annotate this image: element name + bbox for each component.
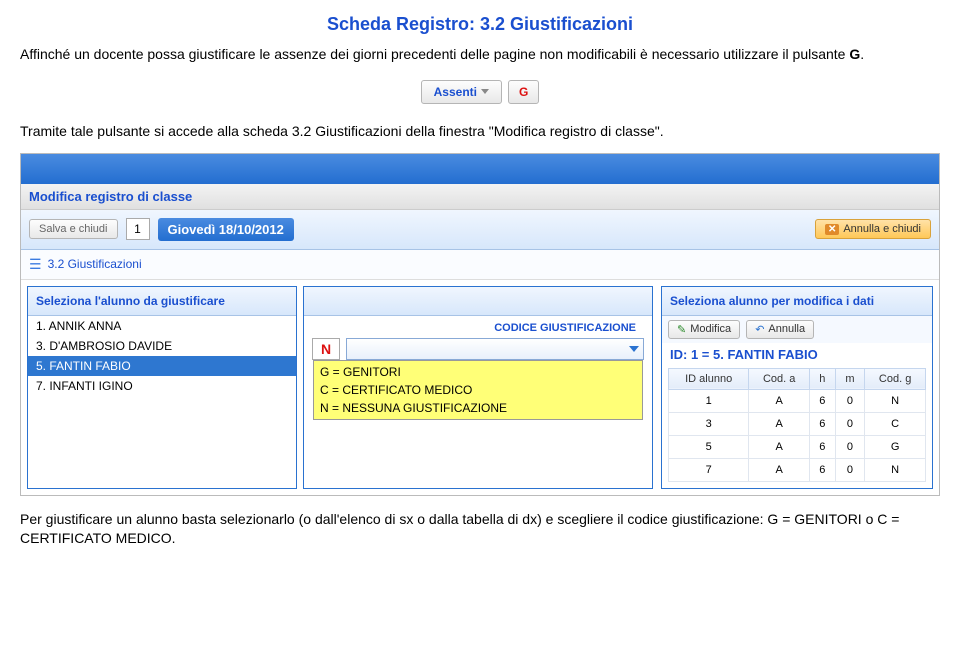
student-data-header: Seleziona alunno per modifica i dati: [662, 287, 932, 316]
table-body: 1 A 6 0 N 3 A 6 0 C 5 A: [669, 389, 926, 481]
cell: N: [865, 389, 926, 412]
breadcrumb-label: 3.2 Giustificazioni: [48, 257, 142, 271]
closing-paragraph: Per giustificare un alunno basta selezio…: [0, 506, 960, 556]
edit-icon: ✎: [677, 323, 686, 336]
cell: A: [749, 458, 810, 481]
chevron-down-icon: [629, 346, 639, 352]
undo-label: Annulla: [768, 323, 805, 335]
close-icon: ✕: [825, 224, 839, 235]
dropdown-option[interactable]: C = CERTIFICATO MEDICO: [314, 381, 642, 399]
mid-header-blank: [304, 287, 652, 316]
justification-code-panel: CODICE GIUSTIFICAZIONE N G = GENITORI C …: [303, 286, 653, 489]
assenti-label: Assenti: [434, 85, 477, 99]
cell: A: [749, 389, 810, 412]
dropdown-option[interactable]: N = NESSUNA GIUSTIFICAZIONE: [314, 399, 642, 417]
student-select-header: Seleziona l'alunno da giustificare: [28, 287, 296, 316]
cell: 6: [810, 412, 836, 435]
cell: A: [749, 435, 810, 458]
cell: 0: [835, 458, 865, 481]
window-title: Modifica registro di classe: [21, 184, 939, 210]
list-item-selected[interactable]: 5. FANTIN FABIO: [28, 356, 296, 376]
modify-button[interactable]: ✎ Modifica: [668, 320, 740, 339]
mid-body: CODICE GIUSTIFICAZIONE N G = GENITORI C …: [304, 316, 652, 366]
cell: A: [749, 412, 810, 435]
g-letter: G: [849, 46, 860, 62]
cell: 6: [810, 458, 836, 481]
cancel-and-close-button[interactable]: ✕ Annulla e chiudi: [815, 219, 931, 239]
col-h[interactable]: h: [810, 368, 836, 389]
g-label: G: [519, 85, 528, 99]
cell: 6: [810, 389, 836, 412]
code-row: N G = GENITORI C = CERTIFICATO MEDICO N …: [312, 338, 644, 360]
table-row[interactable]: 7 A 6 0 N: [669, 458, 926, 481]
chevron-down-icon: [481, 89, 489, 94]
cell: 3: [669, 412, 749, 435]
undo-icon: ↶: [755, 323, 764, 336]
list-item[interactable]: 7. INFANTI IGINO: [28, 376, 296, 396]
data-table: ID alunno Cod. a h m Cod. g 1 A 6 0 N: [668, 368, 926, 482]
cell: N: [865, 458, 926, 481]
cell: C: [865, 412, 926, 435]
dropdown-option[interactable]: G = GENITORI: [314, 363, 642, 381]
col-codg[interactable]: Cod. g: [865, 368, 926, 389]
table-row[interactable]: 1 A 6 0 N: [669, 389, 926, 412]
table-header-row: ID alunno Cod. a h m Cod. g: [669, 368, 926, 389]
list-icon: ☰: [29, 256, 42, 273]
table-row[interactable]: 3 A 6 0 C: [669, 412, 926, 435]
student-data-panel: Seleziona alunno per modifica i dati ✎ M…: [661, 286, 933, 489]
window-top-stripe: [21, 154, 939, 184]
assenti-button[interactable]: Assenti: [421, 80, 502, 104]
code-input[interactable]: N: [312, 338, 340, 360]
g-button[interactable]: G: [508, 80, 539, 104]
cell: G: [865, 435, 926, 458]
page-number-input[interactable]: 1: [126, 218, 150, 240]
second-paragraph: Tramite tale pulsante si accede alla sch…: [0, 118, 960, 149]
cell: 0: [835, 435, 865, 458]
col-id[interactable]: ID alunno: [669, 368, 749, 389]
breadcrumb: ☰ 3.2 Giustificazioni: [21, 250, 939, 280]
dropdown-menu: G = GENITORI C = CERTIFICATO MEDICO N = …: [313, 360, 643, 420]
col-m[interactable]: m: [835, 368, 865, 389]
app-window: Modifica registro di classe Salva e chiu…: [20, 153, 940, 496]
undo-button[interactable]: ↶ Annulla: [746, 320, 814, 339]
list-item[interactable]: 3. D'AMBROSIO DAVIDE: [28, 336, 296, 356]
table-row[interactable]: 5 A 6 0 G: [669, 435, 926, 458]
example-buttons-row: Assenti G: [0, 72, 960, 118]
intro-text: Affinché un docente possa giustificare l…: [20, 46, 849, 62]
toolbar: Salva e chiudi 1 Giovedì 18/10/2012 ✕ An…: [21, 210, 939, 250]
page-title: Scheda Registro: 3.2 Giustificazioni: [0, 0, 960, 41]
panels-container: Seleziona l'alunno da giustificare 1. AN…: [21, 280, 939, 495]
code-dropdown[interactable]: G = GENITORI C = CERTIFICATO MEDICO N = …: [346, 338, 644, 360]
student-list[interactable]: 1. ANNIK ANNA 3. D'AMBROSIO DAVIDE 5. FA…: [28, 316, 296, 396]
save-label: Salva e chiudi: [39, 223, 108, 235]
intro-paragraph: Affinché un docente possa giustificare l…: [0, 41, 960, 72]
save-and-close-button[interactable]: Salva e chiudi: [29, 219, 118, 239]
cell: 7: [669, 458, 749, 481]
modify-label: Modifica: [690, 323, 731, 335]
cell: 5: [669, 435, 749, 458]
col-coda[interactable]: Cod. a: [749, 368, 810, 389]
cell: 0: [835, 412, 865, 435]
cell: 6: [810, 435, 836, 458]
cell: 0: [835, 389, 865, 412]
cancel-label: Annulla e chiudi: [843, 223, 921, 235]
cell: 1: [669, 389, 749, 412]
selected-id-line: ID: 1 = 5. FANTIN FABIO: [662, 343, 932, 368]
list-item[interactable]: 1. ANNIK ANNA: [28, 316, 296, 336]
intro-tail: .: [860, 46, 864, 62]
date-display: Giovedì 18/10/2012: [158, 218, 294, 241]
panel-actions: ✎ Modifica ↶ Annulla: [662, 316, 932, 343]
code-label: CODICE GIUSTIFICAZIONE: [312, 322, 644, 334]
student-select-panel: Seleziona l'alunno da giustificare 1. AN…: [27, 286, 297, 489]
